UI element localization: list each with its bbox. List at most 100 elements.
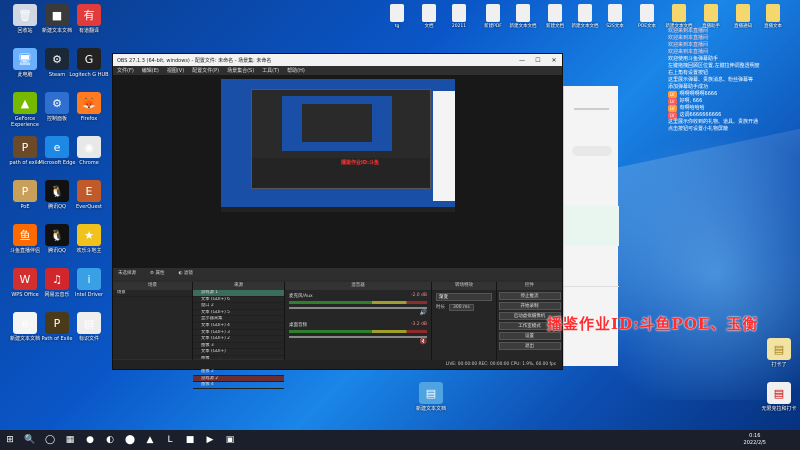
obs-titlebar[interactable]: OBS 27.1.3 (64-bit, windows) - 配置文件: 未命名… bbox=[113, 54, 562, 66]
chat-line: LV 这调6666666666 bbox=[668, 112, 722, 119]
source-item[interactable]: 显示器采集 bbox=[193, 316, 284, 323]
stop-streaming-button[interactable]: 停止推流 bbox=[498, 292, 561, 300]
source-toolbar: 未选择源 ⚙ 属性 ◐ 滤镜 bbox=[113, 268, 562, 280]
desktop-file[interactable]: 20211 bbox=[444, 4, 474, 29]
source-item[interactable]: 游戏源 1 bbox=[193, 290, 284, 297]
start-recording-button[interactable]: 开始录制 bbox=[498, 302, 561, 310]
source-item[interactable]: 游戏源 2 bbox=[193, 375, 284, 383]
menu-profile[interactable]: 配置文件(P) bbox=[192, 67, 219, 74]
filters-button[interactable]: ◐ 滤镜 bbox=[178, 268, 192, 280]
taskbar-app-icon[interactable]: ● bbox=[80, 430, 100, 450]
chat-line: 欢迎来到本直播间 bbox=[668, 28, 709, 34]
desktop-icon[interactable]: 🦊 Firefox bbox=[68, 92, 110, 122]
document-icon bbox=[486, 4, 500, 22]
taskbar-app-icon[interactable]: ⊞ bbox=[0, 430, 20, 450]
app-icon: 有 bbox=[77, 4, 101, 26]
desktop-file[interactable]: 新建文档 bbox=[540, 4, 570, 29]
close-icon[interactable]: ✕ bbox=[546, 57, 562, 64]
desktop-file[interactable]: 直播通知 bbox=[728, 4, 758, 29]
taskbar-app-icon[interactable]: 🔍 bbox=[20, 430, 40, 450]
menu-view[interactable]: 视图(V) bbox=[167, 67, 184, 74]
document-icon bbox=[578, 4, 592, 22]
source-item[interactable]: 文本 (GDI+) 5 bbox=[193, 310, 284, 317]
speaker-icon[interactable]: 🔊 bbox=[289, 309, 427, 316]
app-icon: e bbox=[45, 136, 69, 158]
app-icon: ◉ bbox=[77, 136, 101, 158]
desktop-file[interactable]: 直播助手 bbox=[696, 4, 726, 29]
desktop-file[interactable]: tg bbox=[382, 4, 412, 29]
source-item[interactable]: 文本 (GDI+) bbox=[193, 349, 284, 356]
app-icon: W bbox=[13, 268, 37, 290]
taskbar-app-icon[interactable]: ▶ bbox=[200, 430, 220, 450]
source-item[interactable]: 图像 4 bbox=[193, 382, 284, 389]
nested-obs-window bbox=[251, 89, 431, 189]
desktop-icon[interactable]: 有有道翻译 bbox=[68, 4, 110, 34]
obs-window[interactable]: OBS 27.1.3 (64-bit, windows) - 配置文件: 未命名… bbox=[112, 53, 563, 389]
desktop-file[interactable]: 直播文本 bbox=[758, 4, 788, 29]
level-badge: LV bbox=[668, 91, 677, 98]
taskbar-app-icon[interactable]: ⬤ bbox=[120, 430, 140, 450]
source-item[interactable]: 文本 (GDI+) 4 bbox=[193, 323, 284, 330]
scene-item[interactable]: 场景 bbox=[113, 290, 192, 297]
app-icon: 鱼 bbox=[13, 224, 37, 246]
menu-tools[interactable]: 工具(T) bbox=[262, 67, 279, 74]
desktop-file[interactable]: 新建文本文档 bbox=[570, 4, 600, 29]
desktop-icon[interactable]: ★ 欢乐斗地主 bbox=[68, 224, 110, 254]
app-icon: ■ bbox=[45, 4, 69, 26]
desktop-icon[interactable]: ◉ Chrome bbox=[68, 136, 110, 166]
desktop-file[interactable]: S2S文本 bbox=[600, 4, 630, 29]
desktop-icon[interactable]: E EverQuest bbox=[68, 180, 110, 210]
desktop-file[interactable]: POE文本 bbox=[632, 4, 662, 29]
chat-line: 这里展示弹幕、贵族消息、粉丝弹幕等 bbox=[668, 77, 754, 83]
source-item[interactable]: 窗口 2 bbox=[193, 303, 284, 310]
source-item[interactable]: 图像 2 bbox=[193, 369, 284, 376]
window-title: OBS 27.1.3 (64-bit, windows) - 配置文件: 未命名… bbox=[117, 57, 272, 64]
preview-canvas[interactable]: 播鉴作业ID:斗鱼 bbox=[221, 79, 455, 212]
taskbar-app-icon[interactable]: ◯ bbox=[40, 430, 60, 450]
exit-button[interactable]: 退出 bbox=[498, 342, 561, 350]
app-icon: 🦊 bbox=[77, 92, 101, 114]
app-icon: P bbox=[13, 180, 37, 202]
properties-button[interactable]: ⚙ 属性 bbox=[150, 268, 164, 280]
mute-icon[interactable]: 🔇 bbox=[289, 338, 427, 345]
taskbar-app-icon[interactable]: ◐ bbox=[100, 430, 120, 450]
chat-line: 欢迎使用斗鱼弹幕助手 bbox=[668, 56, 719, 62]
desktop-file[interactable]: 新建文本文档 bbox=[664, 4, 694, 29]
desktop-file[interactable]: 新建PDF bbox=[478, 4, 508, 29]
source-item[interactable]: 图像 3 bbox=[193, 343, 284, 350]
desktop-icon[interactable]: ▤ 标识文件 bbox=[68, 312, 110, 342]
taskbar-app-icon[interactable]: ▲ bbox=[140, 430, 160, 450]
duration-input[interactable]: 300 ms bbox=[449, 304, 474, 311]
desktop-file-right-1[interactable]: ▤ 打卡了 bbox=[758, 338, 800, 368]
menu-help[interactable]: 帮助(H) bbox=[287, 67, 305, 74]
maximize-icon[interactable]: ☐ bbox=[530, 57, 546, 64]
desktop-file[interactable]: 文档 bbox=[414, 4, 444, 29]
document-icon bbox=[452, 4, 466, 22]
transition-select[interactable]: 渐变 bbox=[436, 293, 492, 301]
document-icon bbox=[516, 4, 530, 22]
desktop-file-right-2[interactable]: ▤ 无限克拉和打卡 bbox=[758, 382, 800, 412]
desktop-file-center[interactable]: ▤ 新建文本文档 bbox=[410, 382, 452, 412]
document-icon bbox=[548, 4, 562, 22]
desktop-file[interactable]: 新建文本文档 bbox=[508, 4, 538, 29]
source-item[interactable]: 文本 (GDI+) 3 bbox=[193, 330, 284, 337]
obs-preview[interactable]: 播鉴作业ID:斗鱼 bbox=[113, 75, 562, 268]
source-item[interactable]: 文本 (GDI+) 2 bbox=[193, 336, 284, 343]
taskbar-clock[interactable]: 0:16 2022/2/5 bbox=[744, 433, 766, 446]
menu-scene-collection[interactable]: 场景集合(S) bbox=[227, 67, 254, 74]
taskbar-app-icon[interactable]: ▣ bbox=[220, 430, 240, 450]
menu-edit[interactable]: 编辑(E) bbox=[142, 67, 159, 74]
app-icon: i bbox=[77, 268, 101, 290]
minimize-icon[interactable]: — bbox=[514, 57, 530, 64]
desktop-icon[interactable]: i Intel Driver bbox=[68, 268, 110, 298]
desktop-icon[interactable]: G Logitech G HUB bbox=[68, 48, 110, 78]
transitions-pane: 转场特效 渐变 时长 300 ms bbox=[432, 282, 497, 368]
source-item[interactable]: 文本 (GDI+) 6 bbox=[193, 297, 284, 304]
nested-preview bbox=[282, 96, 392, 151]
menu-file[interactable]: 文件(F) bbox=[117, 67, 134, 74]
chat-line: LV 啊啊啊啊啊6666 bbox=[668, 91, 718, 98]
chat-line: 点击按钮可设置小礼物屏蔽 bbox=[668, 126, 729, 132]
taskbar-app-icon[interactable]: ■ bbox=[180, 430, 200, 450]
taskbar-app-icon[interactable]: L bbox=[160, 430, 180, 450]
taskbar-app-icon[interactable]: ▦ bbox=[60, 430, 80, 450]
